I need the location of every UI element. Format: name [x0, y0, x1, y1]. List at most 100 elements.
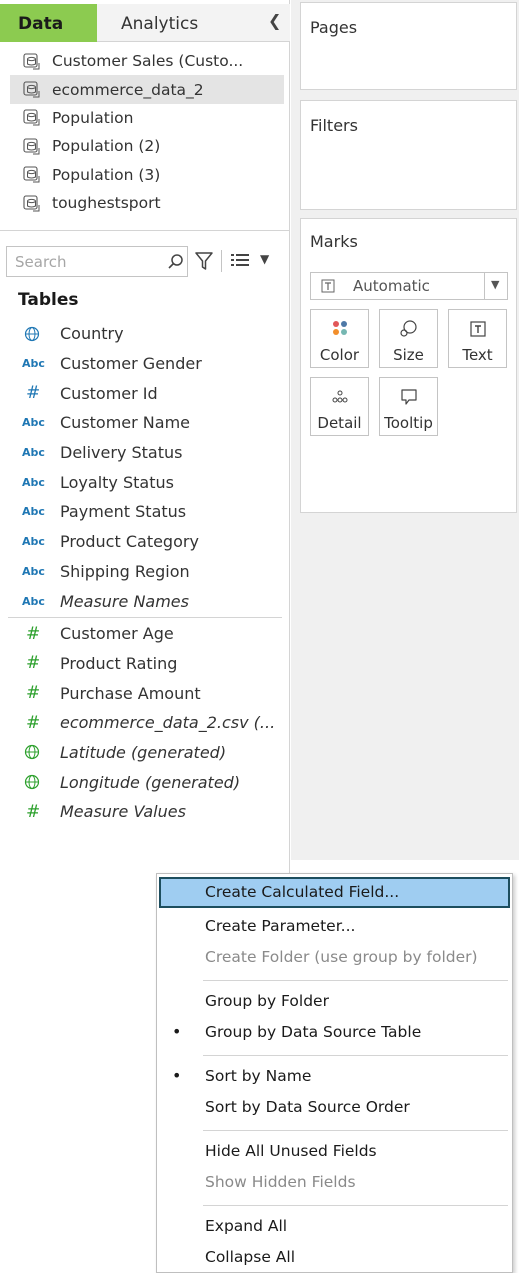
- string-type-icon: Abc: [22, 416, 45, 430]
- field-item[interactable]: # ecommerce_data_2.csv (...: [0, 708, 290, 738]
- field-item[interactable]: Abc Payment Status: [0, 497, 290, 527]
- menu-item-expand-all[interactable]: Expand All: [159, 1211, 510, 1242]
- marks-card: Marks Automatic ▼ Color Size Text Detail…: [300, 218, 517, 513]
- string-type-icon: Abc: [22, 357, 45, 371]
- filters-card[interactable]: Filters: [300, 100, 517, 210]
- menu-item-sort-by-data-source-order[interactable]: Sort by Data Source Order: [159, 1092, 510, 1123]
- collapse-pane-chevron-icon[interactable]: ❮: [268, 11, 281, 30]
- text-label: Text: [462, 346, 493, 364]
- menu-item-create-folder: Create Folder (use group by folder): [159, 942, 510, 973]
- dropdown-separator: [484, 273, 485, 299]
- datasource-label: toughestsport: [52, 194, 161, 213]
- datasource-item[interactable]: Customer Sales (Custo...: [0, 47, 290, 75]
- field-item[interactable]: Abc Shipping Region: [0, 557, 290, 587]
- menu-item-label: Create Folder (use group by folder): [205, 948, 478, 966]
- field-item[interactable]: Longitude (generated): [0, 767, 290, 797]
- field-list: Country Abc Customer Gender # Customer Id Abc…: [0, 319, 290, 827]
- field-label: Loyalty Status: [60, 472, 174, 492]
- field-type: [0, 326, 60, 342]
- search-input[interactable]: Search: [6, 246, 188, 277]
- menu-item-label: Group by Folder: [205, 992, 329, 1010]
- number-type-icon: #: [26, 623, 41, 644]
- field-item[interactable]: Abc Customer Name: [0, 408, 290, 438]
- field-item[interactable]: Country: [0, 319, 290, 349]
- globe-icon: [24, 745, 40, 760]
- menu-item-sort-by-name[interactable]: • Sort by Name: [159, 1061, 510, 1092]
- data-source-icon: [23, 109, 40, 126]
- string-type-icon: Abc: [22, 594, 45, 608]
- pages-card[interactable]: Pages: [300, 2, 517, 90]
- menu-item-label: Sort by Data Source Order: [205, 1098, 410, 1116]
- string-type-icon: Abc: [22, 475, 45, 489]
- datasource-item[interactable]: Population (2): [0, 132, 290, 160]
- menu-item-label: Create Calculated Field...: [205, 883, 400, 901]
- menu-item-show-hidden-fields: Show Hidden Fields: [159, 1167, 510, 1198]
- menu-item-collapse-all[interactable]: Collapse All: [159, 1242, 510, 1273]
- chevron-down-icon[interactable]: ▼: [491, 278, 499, 291]
- tab-data[interactable]: Data: [0, 4, 97, 42]
- field-type: #: [0, 653, 60, 673]
- field-type: Abc: [0, 446, 60, 459]
- view-options-chevron-down-icon[interactable]: ▼: [260, 252, 269, 266]
- menu-item-group-by-data-source-table[interactable]: • Group by Data Source Table: [159, 1017, 510, 1048]
- field-item[interactable]: Latitude (generated): [0, 738, 290, 768]
- tab-analytics[interactable]: Analytics: [97, 4, 290, 42]
- size-button[interactable]: Size: [379, 309, 438, 368]
- menu-item-hide-all-unused-fields[interactable]: Hide All Unused Fields: [159, 1136, 510, 1167]
- datasource-label: Population (2): [52, 137, 161, 156]
- marks-title: Marks: [310, 232, 358, 251]
- field-item[interactable]: # Measure Values: [0, 797, 290, 827]
- menu-item-label: Show Hidden Fields: [205, 1173, 356, 1191]
- dimensions-measures-divider: [8, 616, 282, 618]
- field-item[interactable]: Abc Product Category: [0, 527, 290, 557]
- datasource-item[interactable]: Population: [0, 104, 290, 132]
- field-type: #: [0, 383, 60, 403]
- filter-icon[interactable]: [194, 250, 214, 272]
- menu-item-label: Collapse All: [205, 1248, 296, 1266]
- context-menu: Create Calculated Field... Create Parame…: [156, 873, 513, 1273]
- pane-tabs: Data Analytics ❮: [0, 0, 290, 42]
- pages-title: Pages: [310, 18, 358, 37]
- tables-header: Tables: [18, 290, 79, 310]
- field-item[interactable]: # Customer Id: [0, 378, 290, 408]
- field-type: #: [0, 624, 60, 644]
- search-icon[interactable]: [167, 253, 185, 271]
- color-button[interactable]: Color: [310, 309, 369, 368]
- datasource-list: Customer Sales (Custo... ecommerce_data_2…: [0, 47, 290, 217]
- field-item[interactable]: Abc Loyalty Status: [0, 467, 290, 497]
- field-type: Abc: [0, 476, 60, 489]
- menu-item-group-by-folder[interactable]: Group by Folder: [159, 986, 510, 1017]
- number-type-icon: #: [26, 653, 41, 674]
- menu-separator: [203, 1130, 508, 1131]
- data-source-icon: [23, 81, 40, 98]
- field-item[interactable]: # Purchase Amount: [0, 678, 290, 708]
- menu-item-label: Group by Data Source Table: [205, 1023, 422, 1041]
- field-label: Longitude (generated): [60, 772, 241, 792]
- tooltip-button[interactable]: Tooltip: [379, 377, 438, 436]
- datasource-label: Customer Sales (Custo...: [52, 52, 244, 71]
- color-icon: [332, 321, 347, 335]
- field-item[interactable]: Abc Customer Gender: [0, 349, 290, 379]
- view-list-icon[interactable]: [230, 252, 250, 268]
- number-type-icon: #: [26, 801, 41, 822]
- menu-separator: [203, 1055, 508, 1056]
- mark-type-select[interactable]: Automatic ▼: [310, 272, 508, 300]
- menu-item-create-parameter[interactable]: Create Parameter...: [159, 911, 510, 942]
- menu-item-create-calculated-field[interactable]: Create Calculated Field...: [159, 877, 510, 908]
- datasource-item[interactable]: toughestsport: [0, 189, 290, 217]
- detail-button[interactable]: Detail: [310, 377, 369, 436]
- number-type-icon: #: [26, 383, 41, 404]
- field-item[interactable]: # Product Rating: [0, 649, 290, 679]
- field-item[interactable]: Abc Delivery Status: [0, 438, 290, 468]
- datasource-item[interactable]: ecommerce_data_2: [10, 75, 284, 104]
- string-type-icon: Abc: [22, 564, 45, 578]
- field-label: Shipping Region: [60, 561, 190, 581]
- datasource-item[interactable]: Population (3): [0, 161, 290, 189]
- string-type-icon: Abc: [22, 535, 45, 549]
- field-item[interactable]: Abc Measure Names: [0, 586, 290, 616]
- field-item[interactable]: # Customer Age: [0, 619, 290, 649]
- field-type: #: [0, 802, 60, 822]
- text-button[interactable]: Text: [448, 309, 507, 368]
- tooltip-label: Tooltip: [384, 414, 433, 432]
- field-type: Abc: [0, 595, 60, 608]
